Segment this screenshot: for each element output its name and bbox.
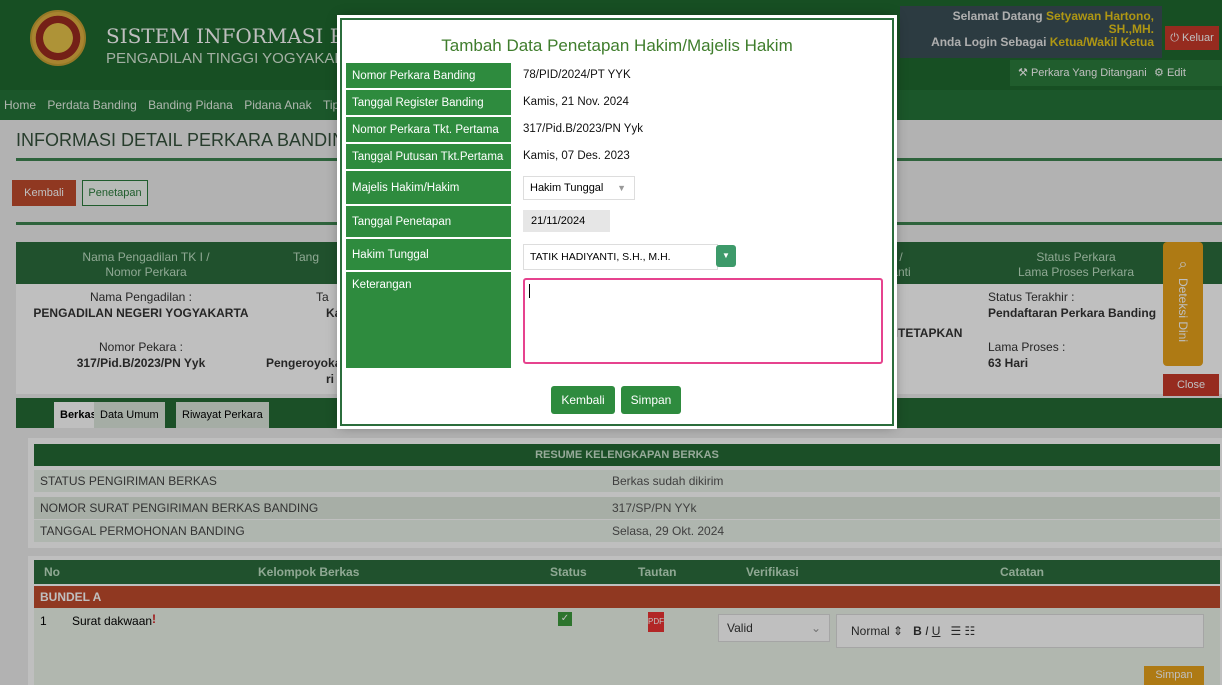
label-hakim-tunggal: Hakim Tunggal bbox=[346, 239, 511, 271]
keterangan-textarea[interactable] bbox=[523, 278, 883, 364]
text-cursor bbox=[529, 284, 530, 298]
value-nomor-perkara-banding: 78/PID/2024/PT YYK bbox=[523, 69, 631, 81]
penetapan-modal: Tambah Data Penetapan Hakim/Majelis Haki… bbox=[340, 18, 894, 426]
value-tanggal-register: Kamis, 21 Nov. 2024 bbox=[523, 96, 629, 108]
modal-back-button[interactable]: Kembali bbox=[551, 386, 615, 414]
modal-title: Tambah Data Penetapan Hakim/Majelis Haki… bbox=[441, 36, 793, 55]
hakim-tunggal-select[interactable]: TATIK HADIYANTI, S.H., M.H. bbox=[523, 244, 718, 270]
modal-save-button[interactable]: Simpan bbox=[621, 386, 681, 414]
dropdown-toggle-icon[interactable]: ▼ bbox=[716, 245, 736, 267]
value-tanggal-putusan: Kamis, 07 Des. 2023 bbox=[523, 150, 630, 162]
tanggal-penetapan-field[interactable]: 21/11/2024 bbox=[523, 210, 610, 232]
label-tanggal-putusan: Tanggal Putusan Tkt.Pertama bbox=[346, 144, 511, 170]
label-nomor-perkara-tkt-pertama: Nomor Perkara Tkt. Pertama bbox=[346, 117, 511, 143]
label-majelis-hakim: Majelis Hakim/Hakim bbox=[346, 171, 511, 205]
label-tanggal-penetapan: Tanggal Penetapan bbox=[346, 206, 511, 238]
majelis-hakim-select[interactable]: Hakim Tunggal ▼ bbox=[523, 176, 635, 200]
value-nomor-perkara-tkt-pertama: 317/Pid.B/2023/PN Yyk bbox=[523, 123, 643, 135]
label-tanggal-register: Tanggal Register Banding bbox=[346, 90, 511, 116]
chevron-down-icon: ▼ bbox=[617, 183, 626, 193]
label-keterangan: Keterangan bbox=[346, 272, 511, 369]
label-nomor-perkara-banding: Nomor Perkara Banding bbox=[346, 63, 511, 89]
